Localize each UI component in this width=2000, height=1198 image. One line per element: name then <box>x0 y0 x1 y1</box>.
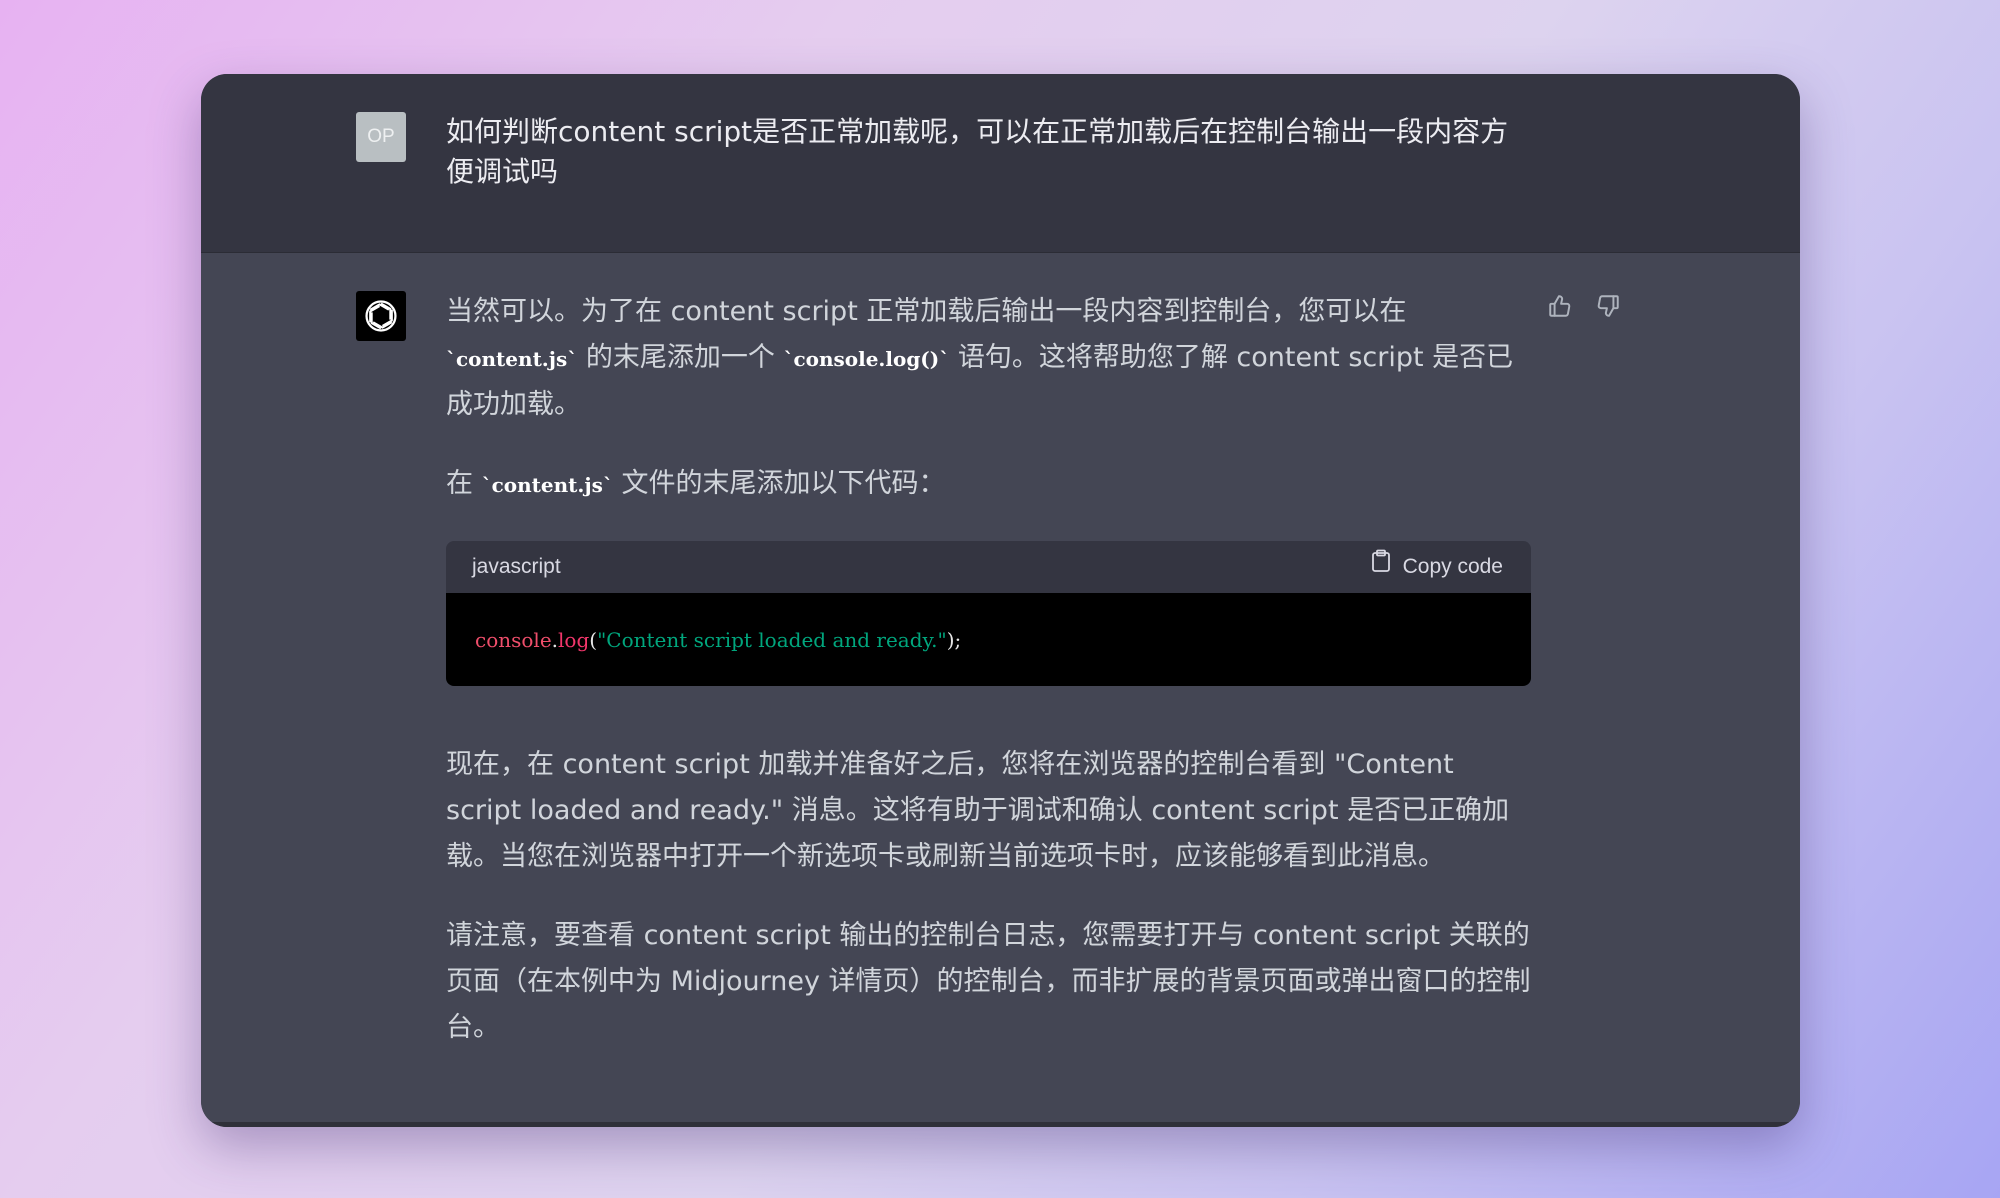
answer-paragraph-1: 当然可以。为了在 content script 正常加载后输出一段内容到控制台，… <box>446 289 1531 428</box>
thumbs-up-icon <box>1547 293 1573 323</box>
assistant-answer: 当然可以。为了在 content script 正常加载后输出一段内容到控制台，… <box>446 289 1531 1084</box>
answer-paragraph-4: 请注意，要查看 content script 输出的控制台日志，您需要打开与 c… <box>446 920 1531 1043</box>
inline-code: `content.js` <box>481 473 613 497</box>
inline-code: `console.log()` <box>783 347 950 371</box>
code-block-header: javascript Copy code <box>446 541 1531 593</box>
feedback-buttons <box>1547 295 1621 321</box>
thumbs-up-button[interactable] <box>1547 295 1573 321</box>
copy-code-button[interactable]: Copy code <box>1371 544 1503 590</box>
clipboard-icon <box>1371 544 1391 590</box>
user-avatar: OP <box>356 112 406 162</box>
answer-paragraph-3: 现在，在 content script 加载并准备好之后，您将在浏览器的控制台看… <box>446 749 1510 872</box>
code-block: javascript Copy code console. log("Conten… <box>446 541 1531 686</box>
code-language-label: javascript <box>472 555 561 578</box>
chat-window: OP 如何判断content script是否正常加载呢，可以在正常加载后在控制… <box>201 74 1800 1127</box>
code-token-close: ); <box>946 627 962 652</box>
assistant-message-row: 当然可以。为了在 content script 正常加载后输出一段内容到控制台，… <box>201 253 1800 1127</box>
answer-paragraph-2: 在 `content.js` 文件的末尾添加以下代码： <box>446 461 1531 508</box>
user-message-row: OP 如何判断content script是否正常加载呢，可以在正常加载后在控制… <box>201 74 1800 253</box>
copy-code-label: Copy code <box>1402 555 1503 578</box>
code-body: console. log("Content script loaded and r… <box>446 593 1531 686</box>
code-token-string: "Content script loaded and ready." <box>597 627 947 652</box>
code-token-object: console <box>475 627 552 652</box>
thumbs-down-icon <box>1595 293 1621 323</box>
answer-text: 当然可以。为了在 content script 正常加载后输出一段内容到控制台，… <box>446 296 1407 327</box>
answer-text: 在 <box>446 468 482 499</box>
user-message-text: 如何判断content script是否正常加载呢，可以在正常加载后在控制台输出… <box>446 115 1509 188</box>
answer-text: 文件的末尾添加以下代码： <box>612 468 946 499</box>
bottom-divider <box>201 1122 1800 1127</box>
thumbs-down-button[interactable] <box>1595 295 1621 321</box>
code-token-method: log <box>558 627 590 652</box>
openai-logo-icon <box>356 291 406 341</box>
inline-code: `content.js` <box>446 347 578 371</box>
answer-text: 的末尾添加一个 <box>577 342 784 373</box>
code-token-open: ( <box>589 627 598 652</box>
